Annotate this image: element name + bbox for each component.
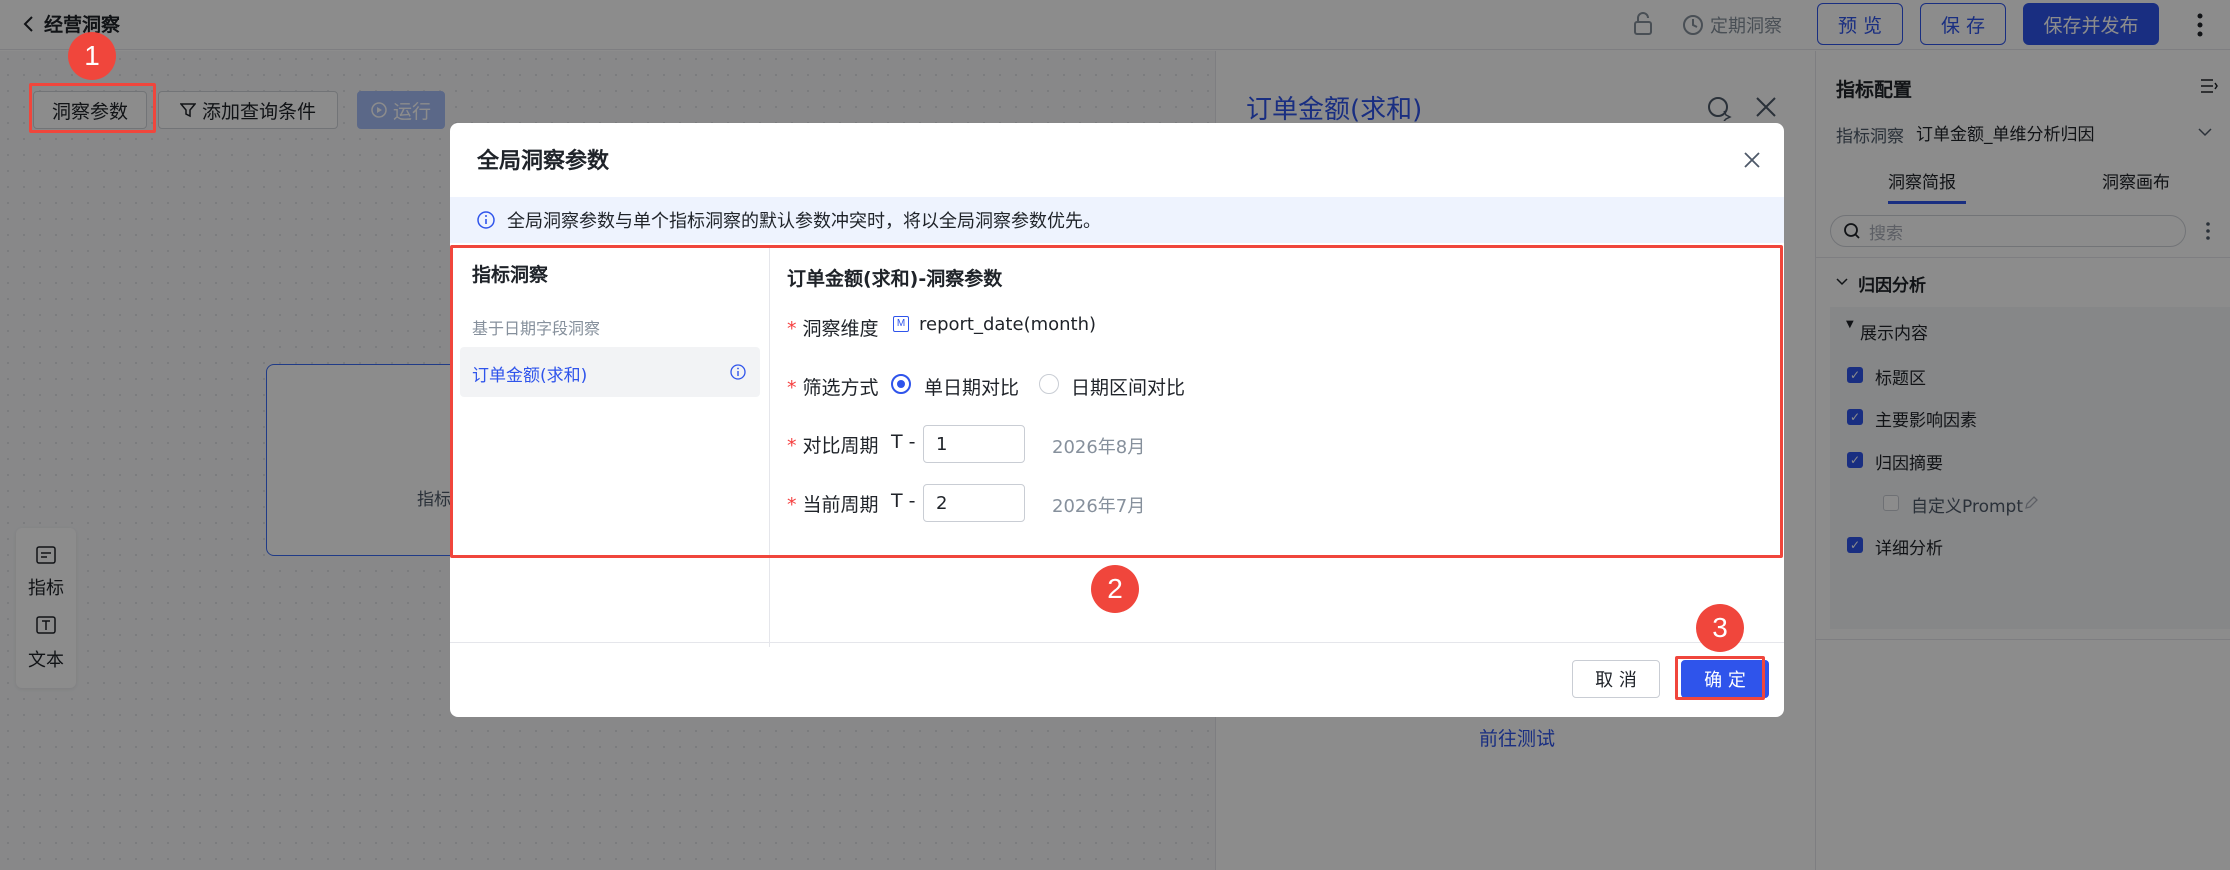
step-badge-3: 3 — [1696, 604, 1744, 652]
close-icon[interactable] — [1743, 151, 1761, 169]
info-icon — [477, 211, 495, 229]
highlight-params-area — [450, 245, 1783, 558]
step-badge-1: 1 — [68, 32, 116, 80]
notice-bar: 全局洞察参数与单个指标洞察的默认参数冲突时，将以全局洞察参数优先。 — [450, 197, 1784, 243]
dialog-title: 全局洞察参数 — [477, 149, 610, 174]
notice-text: 全局洞察参数与单个指标洞察的默认参数冲突时，将以全局洞察参数优先。 — [507, 211, 1101, 232]
cancel-button[interactable]: 取 消 — [1572, 660, 1660, 698]
highlight-params-button — [29, 83, 156, 133]
step-badge-2: 2 — [1091, 565, 1139, 613]
highlight-confirm-button — [1675, 656, 1765, 700]
